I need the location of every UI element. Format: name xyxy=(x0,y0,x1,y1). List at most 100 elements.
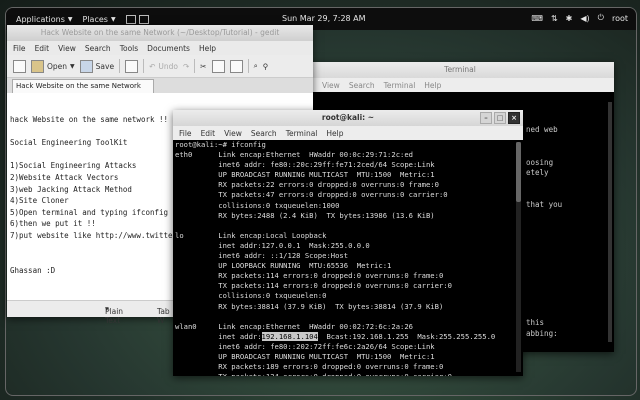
volume-icon[interactable]: ◀) xyxy=(580,14,589,23)
back-terminal-menubar: View Search Terminal Help xyxy=(306,78,614,92)
terminal-line: TX packets:47 errors:0 dropped:0 overrun… xyxy=(175,190,448,200)
document-tab[interactable]: Hack Website on the same Network xyxy=(12,79,154,93)
terminal-line: TX packets:114 errors:0 dropped:0 overru… xyxy=(175,281,452,291)
gedit-titlebar[interactable]: Hack Website on the same Network (~/Desk… xyxy=(7,25,313,41)
menu-view[interactable]: View xyxy=(58,44,76,53)
terminal-line: lo Link encap:Local Loopback xyxy=(175,230,327,240)
places-label: Places xyxy=(82,14,108,24)
terminal-line: UP BROADCAST RUNNING MULTICAST MTU:1500 … xyxy=(175,170,435,180)
find-icon[interactable]: ⌕ xyxy=(254,61,258,71)
menu-file[interactable]: File xyxy=(179,129,192,138)
terminal-line: inet6 addr: fe80::20c:29ff:fe71:2ced/64 … xyxy=(175,160,435,170)
undo-icon: ↶ xyxy=(149,61,156,71)
chevron-down-icon: ▼ xyxy=(67,15,73,23)
selected-ip-address[interactable]: 192.168.1.104 xyxy=(261,331,318,341)
language-selector[interactable]: Plain Text ▾ xyxy=(105,304,123,325)
terminal-icon[interactable] xyxy=(138,14,149,24)
menu-terminal[interactable]: Terminal xyxy=(286,129,318,138)
user-menu[interactable]: root xyxy=(612,14,628,23)
menu-search[interactable]: Search xyxy=(349,81,375,90)
inet-details: Bcast:192.168.1.255 Mask:255.255.255.0 xyxy=(317,331,496,341)
terminal-line: collisions:0 txqueuelen:1000 xyxy=(175,200,340,210)
scrollbar[interactable] xyxy=(516,142,521,372)
gedit-toolbar: Open ▼ Save ↶ Undo ↷ ✂ ⌕ ⚲ xyxy=(7,55,313,78)
network-icon[interactable]: ⇅ xyxy=(551,14,558,23)
open-button[interactable]: Open ▼ xyxy=(31,59,75,73)
keyboard-icon[interactable]: ⌨ xyxy=(531,14,543,23)
terminal-line: inet6 addr: fe80::202:72ff:fe6c:2a26/64 … xyxy=(175,341,435,351)
clock[interactable]: Sun Mar 29, 7:28 AM xyxy=(282,14,366,23)
terminal-prompt: root@kali:~# ifconfig xyxy=(175,140,266,149)
terminal-line: inet addr:192.168.1.104 Bcast:192.168.1.… xyxy=(175,331,515,342)
language-label: Plain Text xyxy=(105,307,124,325)
redo-icon[interactable]: ↷ xyxy=(183,62,189,71)
maximize-button[interactable]: □ xyxy=(494,112,506,124)
menu-help[interactable]: Help xyxy=(326,129,343,138)
menu-help[interactable]: Help xyxy=(199,44,216,53)
front-terminal-titlebar[interactable]: root@kali: ~ – □ × xyxy=(173,110,523,126)
new-document-icon[interactable] xyxy=(13,59,26,73)
menu-search[interactable]: Search xyxy=(251,129,277,138)
copy-icon[interactable] xyxy=(211,59,225,73)
menu-file[interactable]: File xyxy=(13,44,26,53)
front-terminal-menubar: File Edit View Search Terminal Help xyxy=(173,126,523,140)
menu-edit[interactable]: Edit xyxy=(35,44,50,53)
print-icon[interactable] xyxy=(125,59,139,73)
terminal-line: RX bytes:38814 (37.9 KiB) TX bytes:38814… xyxy=(175,301,444,311)
minimize-button[interactable]: – xyxy=(480,112,492,124)
tab-width-label: Tab W xyxy=(157,307,170,325)
toolbar-separator xyxy=(247,59,249,73)
menu-view[interactable]: View xyxy=(224,129,242,138)
scrollbar[interactable] xyxy=(608,102,612,342)
menu-help[interactable]: Help xyxy=(424,81,441,90)
terminal-line: etely xyxy=(526,168,549,178)
window-controls: – □ × xyxy=(480,112,520,124)
terminal-line: UP BROADCAST RUNNING MULTICAST MTU:1500 … xyxy=(175,351,435,361)
terminal-line: RX packets:22 errors:0 dropped:0 overrun… xyxy=(175,180,439,190)
terminal-line: collisions:0 txqueuelen:0 xyxy=(175,291,327,301)
toolbar-separator xyxy=(119,59,121,73)
save-button[interactable]: Save xyxy=(79,59,114,73)
files-icon[interactable] xyxy=(125,14,136,24)
scrollbar-thumb[interactable] xyxy=(516,142,521,202)
chevron-down-icon: ▼ xyxy=(70,62,75,70)
bluetooth-icon[interactable]: ✱ xyxy=(566,14,573,23)
cut-icon[interactable]: ✂ xyxy=(200,62,206,71)
terminal-line: TX packets:124 errors:0 dropped:0 overru… xyxy=(175,372,515,376)
terminal-line: RX bytes:2488 (2.4 KiB) TX bytes:13986 (… xyxy=(175,210,435,220)
applications-menu[interactable]: Applications ▼ xyxy=(16,15,73,24)
back-terminal-title: Terminal xyxy=(444,65,476,74)
terminal-line: wlan0 Link encap:Ethernet HWaddr 00:02:7… xyxy=(175,321,413,331)
menu-tools[interactable]: Tools xyxy=(120,44,138,53)
places-menu[interactable]: Places ▼ xyxy=(83,15,116,24)
menu-search[interactable]: Search xyxy=(85,44,111,53)
undo-button[interactable]: ↶ Undo xyxy=(149,62,178,71)
terminal-output[interactable]: root@kali:~# ifconfig eth0 Link encap:Eth… xyxy=(173,140,515,376)
back-terminal-titlebar[interactable]: Terminal xyxy=(306,62,614,78)
terminal-line: ned web xyxy=(526,125,558,135)
paste-icon[interactable] xyxy=(229,59,243,73)
open-label: Open xyxy=(47,61,68,71)
menu-documents[interactable]: Documents xyxy=(147,44,190,53)
gedit-menubar: File Edit View Search Tools Documents He… xyxy=(7,41,313,55)
close-button[interactable]: × xyxy=(508,112,520,124)
front-terminal-window[interactable]: root@kali: ~ – □ × File Edit View Search… xyxy=(173,110,523,376)
gedit-tabbar: Hack Website on the same Network xyxy=(7,78,313,93)
system-tray: ⌨ ⇅ ✱ ◀) ⏻ root xyxy=(531,13,628,23)
menu-view[interactable]: View xyxy=(322,81,340,90)
menu-edit[interactable]: Edit xyxy=(201,129,216,138)
menu-terminal[interactable]: Terminal xyxy=(384,81,416,90)
terminal-line: RX packets:114 errors:0 dropped:0 overru… xyxy=(175,271,444,281)
power-icon[interactable]: ⏻ xyxy=(598,13,604,23)
replace-icon[interactable]: ⚲ xyxy=(263,62,269,71)
